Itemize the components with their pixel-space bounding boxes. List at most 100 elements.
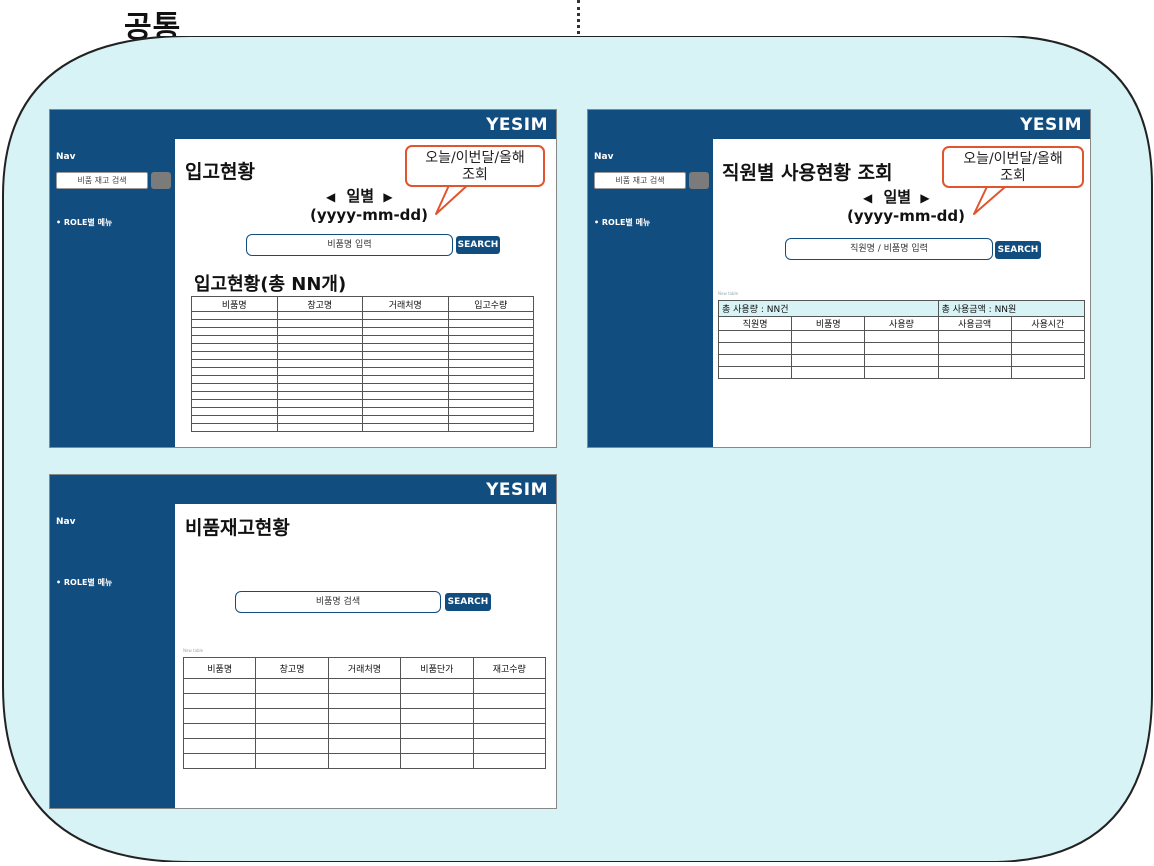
search-button[interactable]: SEARCH: [456, 236, 500, 254]
prev-date-button[interactable]: ◀: [326, 190, 335, 204]
sidebar-role-menu[interactable]: • ROLE별 메뉴: [594, 217, 650, 228]
table-row[interactable]: [191, 311, 534, 320]
table-cell: [447, 359, 534, 368]
table-row[interactable]: [191, 367, 534, 376]
search-input[interactable]: 직원명 / 비품명 입력: [785, 238, 993, 260]
column-header[interactable]: 거래처명: [362, 296, 449, 312]
employee-usage-screen: YESIM Nav 비품 재고 검색 • ROLE별 메뉴 직원별 사용현황 조…: [587, 109, 1091, 448]
table-cell: [791, 354, 866, 367]
yesim-logo[interactable]: YESIM: [486, 115, 548, 135]
table-cell: [276, 319, 363, 328]
column-header[interactable]: 사용금액: [937, 316, 1012, 331]
table-header-row: 비품명 창고명 거래처명 비품단가 재고수량: [182, 657, 547, 679]
table-cell: [182, 678, 257, 694]
table-cell: [327, 678, 402, 694]
table-cell: [362, 343, 449, 352]
receipt-table: 비품명 창고명 거래처명 입고수량: [191, 296, 534, 432]
table-row[interactable]: [191, 351, 534, 360]
callout-line-1: 오늘/이번달/올해: [425, 150, 525, 166]
column-header[interactable]: 비품명: [791, 316, 866, 331]
column-header[interactable]: 재고수량: [472, 657, 547, 679]
table-title: 입고현황(총 NN개): [194, 274, 347, 295]
sidebar-search-button[interactable]: [151, 172, 171, 189]
next-date-button[interactable]: ▶: [383, 190, 392, 204]
sidebar-role-menu[interactable]: • ROLE별 메뉴: [56, 217, 112, 228]
date-navigator: ◀ 일별 ▶: [863, 186, 930, 207]
next-date-button[interactable]: ▶: [920, 191, 929, 205]
table-row[interactable]: [182, 738, 547, 754]
yesim-logo[interactable]: YESIM: [1020, 115, 1082, 135]
search-button[interactable]: SEARCH: [995, 241, 1041, 259]
table-cell: [276, 399, 363, 408]
table-cell: [447, 343, 534, 352]
column-header[interactable]: 사용시간: [1010, 316, 1086, 331]
table-cell: [191, 399, 278, 408]
table-row[interactable]: [191, 375, 534, 384]
column-header[interactable]: 창고명: [276, 296, 363, 312]
sidebar-search-input[interactable]: 비품 재고 검색: [56, 172, 148, 189]
column-header[interactable]: 입고수량: [447, 296, 534, 312]
table-cell: [327, 693, 402, 709]
table-cell: [400, 723, 474, 739]
table-row[interactable]: [717, 330, 1086, 343]
table-cell: [276, 367, 363, 376]
column-header[interactable]: 창고명: [255, 657, 329, 679]
table-cell: [447, 399, 534, 408]
table-cell: [362, 399, 449, 408]
column-header[interactable]: 사용량: [864, 316, 939, 331]
table-row[interactable]: [191, 391, 534, 400]
table-row[interactable]: [191, 327, 534, 336]
column-header[interactable]: 비품명: [191, 296, 278, 312]
table-row[interactable]: [717, 366, 1086, 379]
table-header-row: 직원명 비품명 사용량 사용금액 사용시간: [717, 316, 1086, 331]
table-cell: [472, 678, 547, 694]
column-header[interactable]: 거래처명: [327, 657, 402, 679]
prev-date-button[interactable]: ◀: [863, 191, 872, 205]
column-header[interactable]: 비품명: [182, 657, 257, 679]
table-row[interactable]: [191, 423, 534, 432]
table-row[interactable]: [182, 678, 547, 694]
receipt-screen: YESIM Nav 비품 재고 검색 • ROLE별 메뉴 입고현황 ◀ 일별 …: [49, 109, 557, 448]
table-cell: [191, 351, 278, 360]
search-button[interactable]: SEARCH: [445, 593, 491, 611]
table-cell: [447, 415, 534, 424]
search-input[interactable]: 비품명 입력: [246, 234, 453, 256]
dotted-divider: [577, 0, 580, 40]
table-header-row: 비품명 창고명 거래처명 입고수량: [191, 296, 534, 312]
column-header[interactable]: 비품단가: [400, 657, 474, 679]
table-row[interactable]: [191, 399, 534, 408]
table-row[interactable]: [191, 319, 534, 328]
table-cell: [1010, 342, 1086, 355]
table-row[interactable]: [717, 342, 1086, 355]
page-title: 비품재고현황: [185, 517, 290, 539]
table-cell: [1010, 354, 1086, 367]
table-row[interactable]: [191, 383, 534, 392]
sidebar-role-menu[interactable]: • ROLE별 메뉴: [56, 577, 112, 588]
period-callout: 오늘/이번달/올해 조회: [942, 146, 1084, 188]
table-row[interactable]: [191, 415, 534, 424]
table-row[interactable]: [182, 693, 547, 709]
table-cell: [191, 311, 278, 320]
nav-label: Nav: [56, 517, 76, 527]
table-cell: [362, 367, 449, 376]
table-row[interactable]: [191, 335, 534, 344]
search-input[interactable]: 비품명 검색: [235, 591, 441, 613]
column-header[interactable]: 직원명: [717, 316, 793, 331]
table-cell: [327, 708, 402, 724]
sidebar-search-input[interactable]: 비품 재고 검색: [594, 172, 686, 189]
table-row[interactable]: [191, 343, 534, 352]
table-cell: [182, 723, 257, 739]
table-row[interactable]: [182, 753, 547, 769]
sidebar-search-button[interactable]: [689, 172, 709, 189]
table-cell: [276, 407, 363, 416]
table-cell: [362, 327, 449, 336]
table-row[interactable]: [191, 359, 534, 368]
table-row[interactable]: [182, 708, 547, 724]
table-row[interactable]: [191, 407, 534, 416]
yesim-logo[interactable]: YESIM: [486, 480, 548, 500]
table-row[interactable]: [717, 354, 1086, 367]
table-row[interactable]: [182, 723, 547, 739]
table-cell: [191, 335, 278, 344]
page-title: 직원별 사용현황 조회: [722, 162, 893, 184]
table-cell: [400, 678, 474, 694]
